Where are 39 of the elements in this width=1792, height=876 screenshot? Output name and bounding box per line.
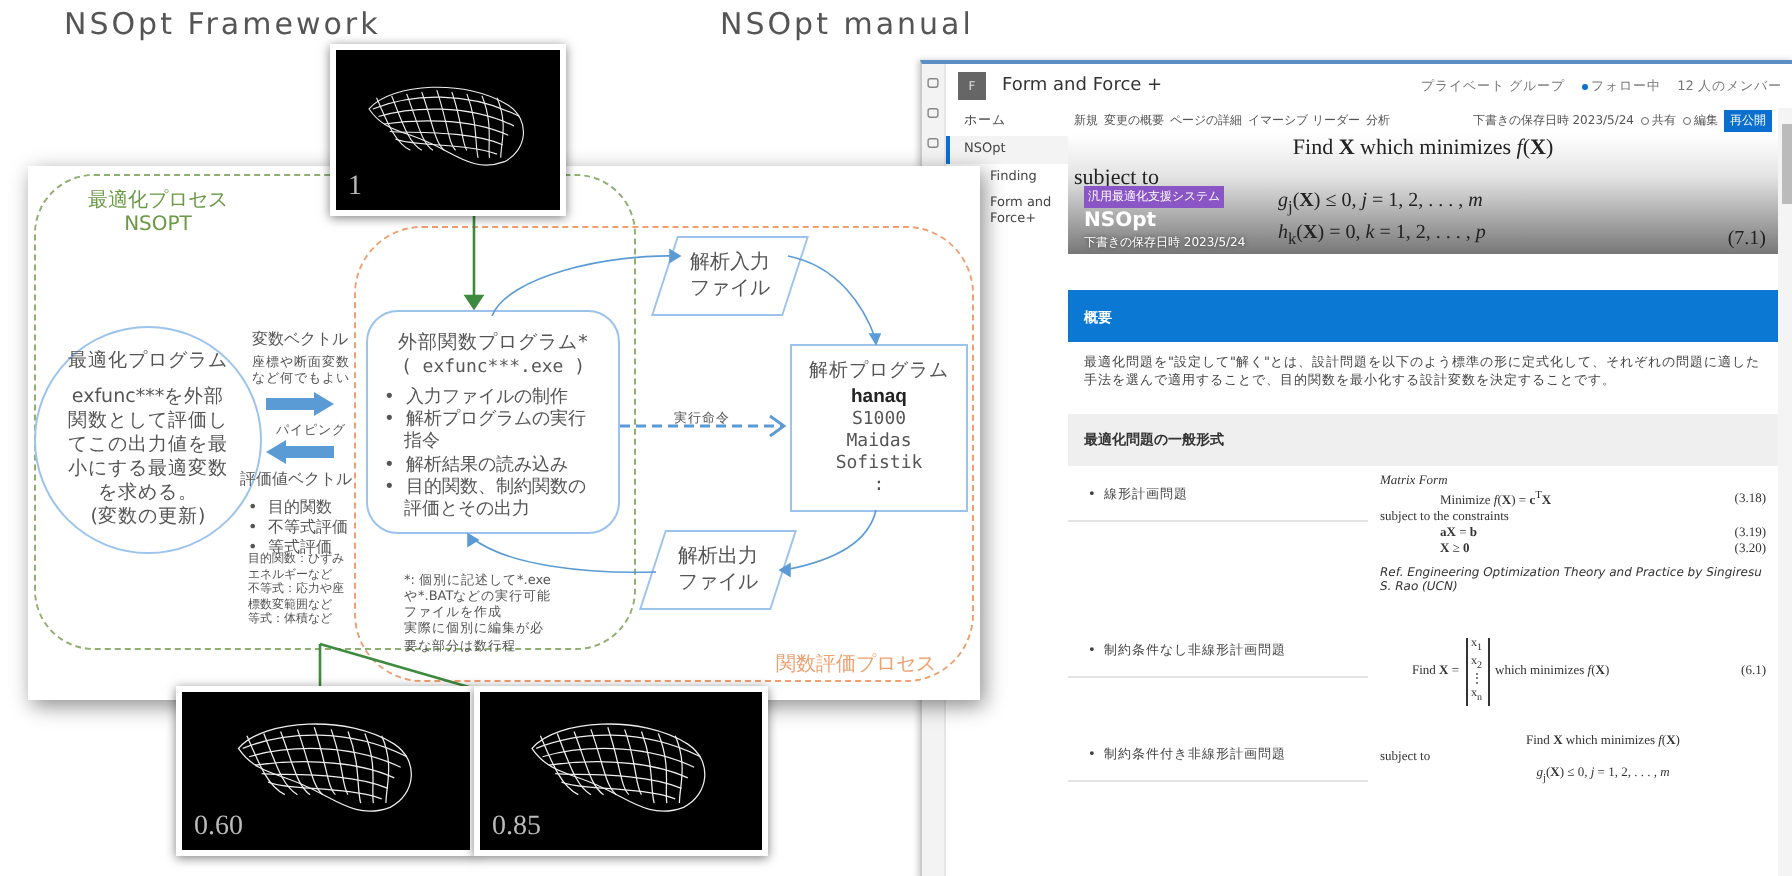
external-program-item: • 目的関数、制約関数の評価とその出力 [384,477,589,523]
manual-title: NSOpt manual [720,6,974,42]
left-arrow-icon [266,440,334,464]
connector-arrow [463,216,485,311]
external-program-item: • 解析結果の読み込み [384,455,571,477]
render-label: 1 [348,172,362,204]
render-label: 0.85 [492,812,541,844]
scrollbar-thumb[interactable] [1781,124,1791,204]
external-program-item: • 解析プログラムの実行指令 [384,410,589,455]
optimizer-title: 最適化プログラム [68,350,228,375]
analysis-output-arrow [778,509,877,578]
input-file-label: 解析入力 ファイル [690,250,770,302]
page-title: NSOpt [1084,210,1157,232]
process-title: 最適化プロセス NSOPT [88,190,228,238]
constraint-formula: h$_{k}$(X) = 0, k = 1, 2, . . . , p [1278,219,1486,251]
framework-title: NSOpt Framework [64,6,381,42]
right-arrow-icon [266,392,334,416]
evaluation-process-label: 関数評価プロセス [776,651,936,678]
analysis-tool: : [873,476,885,497]
output-file-label: 解析出力 ファイル [678,544,758,596]
constraint-formula: g$_{j}$(X) ≤ 0, j = 1, 2, . . . , m [1278,187,1483,220]
external-program-filename: ( exfunc***.exe ) [400,357,586,378]
analysis-tool: Sofistik [835,454,923,475]
analysis-tool: Maidas [846,432,912,453]
analysis-program-title: 解析プログラム [809,359,949,383]
subject-to-text: subject to [1074,170,1161,188]
analysis-tool: S1000 [851,410,907,431]
analysis-tool: hanaq [851,385,907,409]
variables-label: 変数ベクトル [252,330,348,350]
optimizer-description: exfunc***を外部関数として評価してこの出力値を最小にする最適変数を求める。 (変数の更新) [66,386,230,530]
objective-formula: Find X which minimizes f(X) [1290,134,1556,160]
external-program-title: 外部関数プログラム* [398,332,588,356]
evaluation-item: • 不等式評価 [248,518,350,538]
render-label: 0.60 [194,812,243,844]
analysis-input-arrow [787,255,882,346]
external-program-item: • 入力ファイルの制作 [384,387,571,408]
equation-number: (7.1) [1727,228,1766,250]
evaluation-item: • 目的関数 [248,498,334,518]
site-title[interactable]: Form and Force + [1002,76,1406,96]
